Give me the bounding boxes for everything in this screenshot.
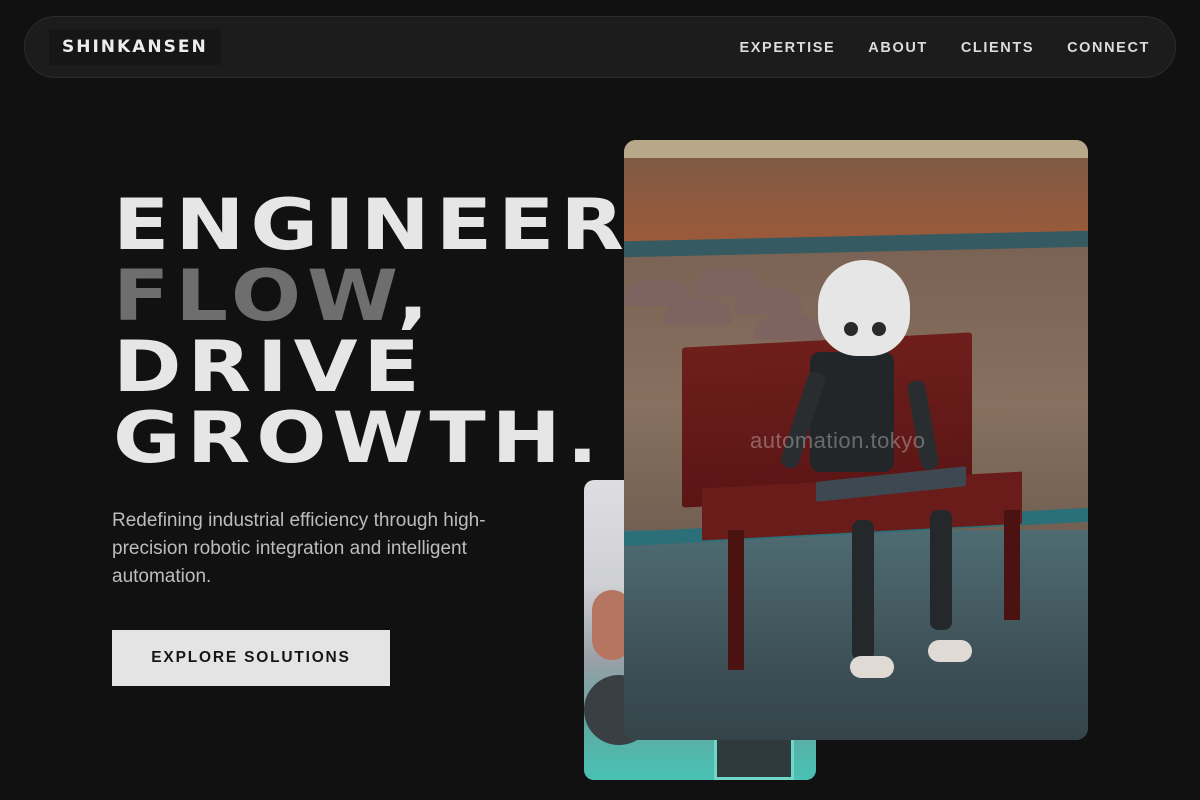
hero-headline: ENGINEER FLOW, DRIVE GROWTH. [113,190,630,474]
nav-link-about[interactable]: ABOUT [868,40,928,56]
robot-foot [850,656,894,678]
photo-screen-shape [714,735,794,780]
bench-leg [728,530,744,670]
robot-body [810,352,894,472]
robot-foot [928,640,972,662]
headline-line-3: DRIVE [113,326,426,408]
tile-shape [664,298,732,324]
nav-links: EXPERTISE ABOUT CLIENTS CONNECT [740,17,1151,79]
headline-line-1: ENGINEER [113,184,630,266]
hero-subtitle: Redefining industrial efficiency through… [112,510,486,587]
headline-comma: , [397,255,435,337]
robot-head [818,260,910,356]
tile-shape [734,288,802,314]
robot-leg [852,520,874,660]
photo-background-strip [624,140,1088,158]
photo-tiles [624,270,824,350]
robot-eye [844,322,858,336]
nav-link-expertise[interactable]: EXPERTISE [740,40,836,56]
nav-link-connect[interactable]: CONNECT [1067,40,1150,56]
headline-muted-word: FLOW [113,255,398,337]
photo-watermark: automation.tokyo [750,428,926,453]
explore-solutions-button[interactable]: EXPLORE SOLUTIONS [112,630,390,686]
robot-leg [930,510,952,630]
tile-shape [754,314,822,340]
bench-leg [1004,510,1020,620]
headline-line-4: GROWTH. [113,397,604,479]
robot-eye [872,322,886,336]
robot-on-bench-photo: automation.tokyo [624,140,1088,740]
nav-link-clients[interactable]: CLIENTS [961,40,1034,56]
brand-logo[interactable]: SHINKANSEN [49,29,221,65]
headline-line-2: FLOW, [113,261,630,332]
top-nav: SHINKANSEN EXPERTISE ABOUT CLIENTS CONNE… [24,16,1176,78]
